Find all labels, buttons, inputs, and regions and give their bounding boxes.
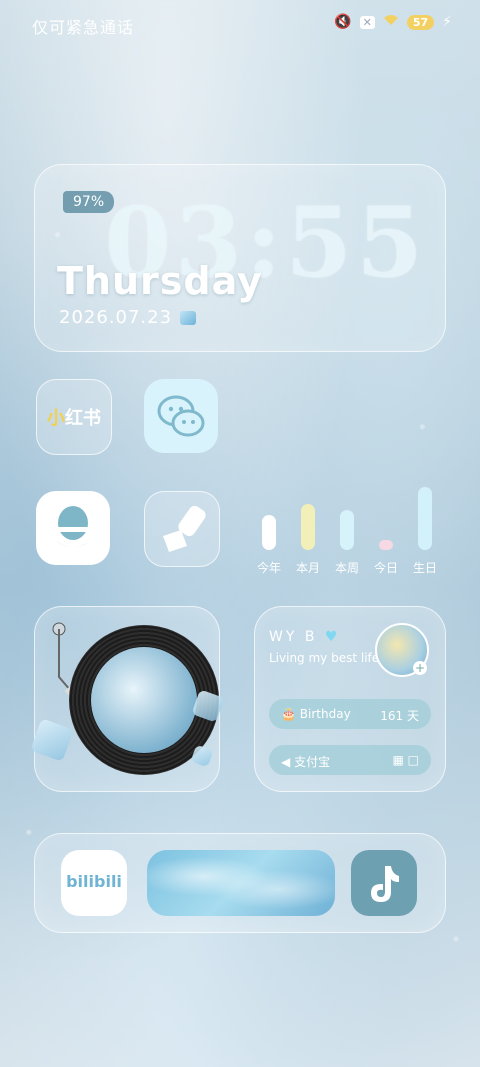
wifi-icon — [383, 14, 399, 30]
progress-bar — [418, 486, 432, 550]
status-icons: 🔇 ✕ 57 ⚡ — [334, 14, 452, 30]
alipay-icons: ▦ □ — [392, 753, 419, 767]
birthday-days: 161 天 — [380, 709, 419, 723]
profile-motto: Living my best life — [269, 651, 380, 665]
birthday-pill[interactable]: 🎂 Birthday 161 天 — [269, 699, 431, 729]
play-left-icon: ◀ — [281, 755, 291, 769]
progress-bar-label: 本月 — [295, 561, 320, 575]
dock: bilibili — [34, 833, 446, 933]
battery-icon: 57 — [406, 14, 435, 30]
disc-artwork — [91, 647, 197, 753]
water-photo — [147, 850, 335, 916]
alipay-label: 支付宝 — [294, 755, 331, 769]
wechat-app[interactable] — [144, 379, 218, 453]
status-bar: 仅可紧急通话 🔇 ✕ 57 ⚡ — [0, 0, 480, 46]
broom-icon — [163, 505, 206, 552]
day-name: Thursday — [57, 259, 263, 303]
profile-name-text: WY B — [269, 629, 318, 645]
add-icon[interactable]: + — [413, 661, 427, 675]
carrier-text: 仅可紧急通话 — [32, 18, 135, 37]
progress-bar-fill — [262, 515, 276, 550]
profile-name: WY B ♥ — [269, 629, 340, 645]
xiaohongshu-icon: 小红书 — [47, 408, 101, 429]
ice-cube-icon — [30, 718, 74, 762]
birthday-left: 🎂 Birthday — [281, 707, 351, 721]
progress-bar-fill — [301, 504, 315, 550]
progress-bar — [379, 486, 393, 550]
mute-icon: 🔇 — [334, 14, 352, 30]
birthday-label: Birthday — [299, 707, 351, 721]
progress-bar-fill — [340, 510, 354, 550]
bilibili-app[interactable]: bilibili — [61, 850, 127, 916]
scan-icon[interactable]: □ — [408, 753, 419, 767]
charging-icon: ⚡ — [442, 14, 452, 30]
progress-bar-label: 今日 — [373, 561, 398, 575]
progress-bar-fill — [379, 540, 393, 550]
xiaohongshu-app[interactable]: 小红书 — [36, 379, 112, 455]
progress-bar-fill — [418, 487, 432, 550]
qq-icon — [56, 506, 90, 547]
clock-widget[interactable]: 97% 03:55 Thursday 2026.07.23 — [34, 164, 446, 352]
xiaohongshu-label-rest: 红书 — [65, 408, 101, 429]
ice-cube-icon — [180, 311, 197, 325]
progress-bar-label: 今年 — [256, 561, 281, 575]
wechat-icon — [157, 395, 205, 437]
bilibili-icon: bilibili — [66, 872, 122, 891]
progress-bars-widget: 今年 本月 本周 今日 生日 — [256, 476, 444, 576]
close-badge-icon: ✕ — [359, 15, 375, 29]
qq-app[interactable] — [36, 491, 110, 565]
alipay-left: ◀ 支付宝 — [281, 753, 330, 770]
progress-bar — [340, 486, 354, 550]
progress-bar-label: 生日 — [412, 561, 437, 575]
progress-bar — [262, 486, 276, 550]
qr-code-icon[interactable]: ▦ — [392, 753, 403, 767]
date-text: 2026.07.23 — [59, 307, 197, 328]
heart-icon: ♥ — [324, 629, 341, 645]
profile-widget[interactable]: WY B ♥ Living my best life + 🎂 Birthday … — [254, 606, 446, 792]
music-record-widget[interactable] — [30, 606, 225, 792]
tiktok-icon — [371, 866, 399, 902]
cake-icon: 🎂 — [281, 707, 296, 721]
date-value: 2026.07.23 — [59, 307, 173, 328]
cleaner-app[interactable] — [144, 491, 220, 567]
alipay-pill[interactable]: ◀ 支付宝 ▦ □ — [269, 745, 431, 775]
progress-bar-label: 本周 — [334, 561, 359, 575]
tiktok-app[interactable] — [351, 850, 417, 916]
progress-bar — [301, 486, 315, 550]
